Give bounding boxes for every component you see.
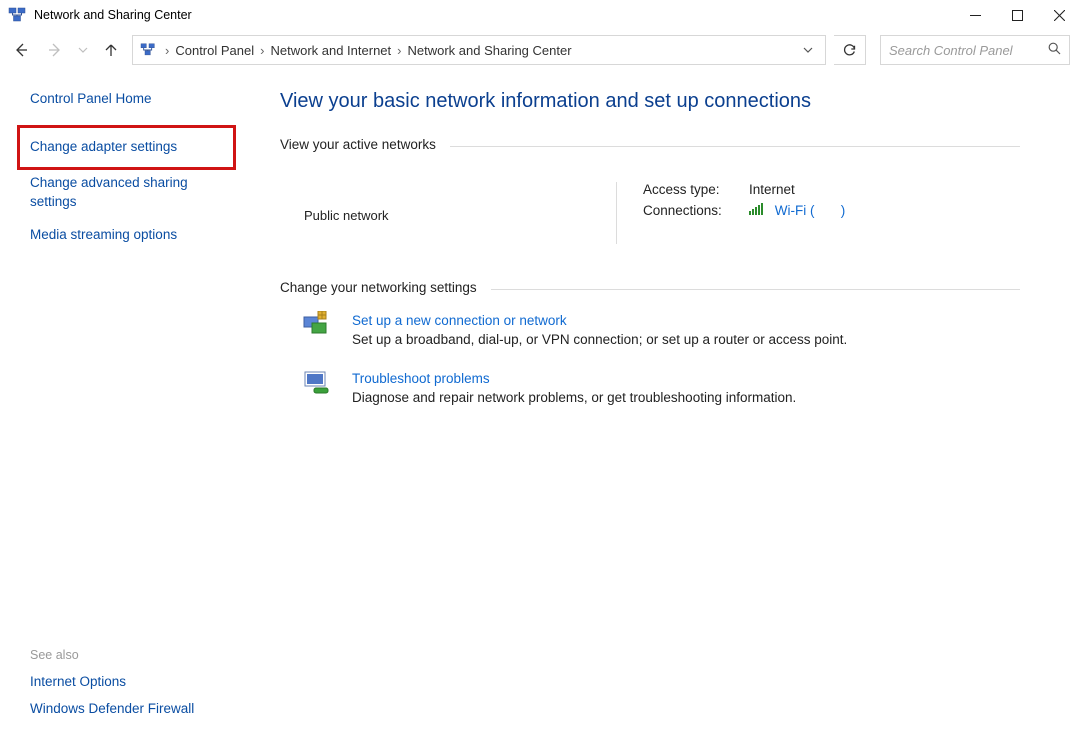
close-button[interactable]: [1038, 0, 1080, 30]
setup-connection-desc: Set up a broadband, dial-up, or VPN conn…: [352, 332, 847, 347]
vertical-divider: [616, 182, 617, 244]
sidebar-change-adapter-settings[interactable]: Change adapter settings: [17, 125, 236, 170]
main-panel: View your basic network information and …: [240, 70, 1080, 742]
sidebar: Control Panel Home Change adapter settin…: [0, 70, 240, 742]
network-category: Public network: [280, 174, 590, 244]
minimize-button[interactable]: [954, 0, 996, 30]
troubleshoot-icon: [302, 369, 334, 397]
window-title: Network and Sharing Center: [34, 8, 192, 22]
breadcrumb-item[interactable]: Control Panel: [171, 43, 258, 58]
wifi-signal-icon: [749, 203, 765, 218]
sidebar-control-panel-home[interactable]: Control Panel Home: [30, 90, 228, 109]
active-network-block: Public network Access type: Internet Con…: [280, 174, 1020, 244]
title-bar: Network and Sharing Center: [0, 0, 1080, 30]
up-button[interactable]: [98, 36, 124, 64]
navigation-toolbar: › Control Panel › Network and Internet ›…: [0, 30, 1080, 70]
page-title: View your basic network information and …: [280, 90, 1020, 113]
chevron-right-icon[interactable]: ›: [395, 43, 403, 58]
sidebar-change-advanced-sharing[interactable]: Change advanced sharing settings: [30, 174, 228, 212]
chevron-right-icon[interactable]: ›: [258, 43, 266, 58]
search-placeholder: Search Control Panel: [889, 43, 1048, 58]
troubleshoot-link[interactable]: Troubleshoot problems: [352, 371, 796, 386]
networking-settings-heading: Change your networking settings: [280, 280, 1020, 295]
search-icon: [1048, 42, 1061, 58]
forward-button[interactable]: [42, 36, 68, 64]
breadcrumb-item[interactable]: Network and Internet: [266, 43, 395, 58]
address-bar[interactable]: › Control Panel › Network and Internet ›…: [132, 35, 826, 65]
sidebar-internet-options[interactable]: Internet Options: [30, 674, 228, 689]
connection-link[interactable]: Wi-Fi ( ): [775, 203, 846, 218]
active-networks-heading: View your active networks: [280, 137, 1020, 152]
app-icon: [8, 6, 28, 24]
sidebar-windows-defender-firewall[interactable]: Windows Defender Firewall: [30, 701, 228, 716]
access-type-value: Internet: [749, 182, 795, 197]
breadcrumb-item[interactable]: Network and Sharing Center: [404, 43, 576, 58]
see-also-label: See also: [30, 648, 228, 662]
address-icon: [139, 41, 159, 59]
chevron-right-icon[interactable]: ›: [163, 43, 171, 58]
sidebar-media-streaming[interactable]: Media streaming options: [30, 226, 228, 245]
connections-label: Connections:: [643, 203, 749, 218]
content-area: Control Panel Home Change adapter settin…: [0, 70, 1080, 742]
refresh-button[interactable]: [834, 35, 866, 65]
recent-dropdown[interactable]: [76, 36, 90, 64]
setup-connection-icon: [302, 311, 334, 339]
maximize-button[interactable]: [996, 0, 1038, 30]
setup-connection-item: Set up a new connection or network Set u…: [302, 311, 1020, 347]
search-input[interactable]: Search Control Panel: [880, 35, 1070, 65]
access-type-label: Access type:: [643, 182, 749, 197]
troubleshoot-item: Troubleshoot problems Diagnose and repai…: [302, 369, 1020, 405]
setup-connection-link[interactable]: Set up a new connection or network: [352, 313, 847, 328]
back-button[interactable]: [8, 36, 34, 64]
troubleshoot-desc: Diagnose and repair network problems, or…: [352, 390, 796, 405]
address-history-dropdown[interactable]: [795, 43, 821, 58]
